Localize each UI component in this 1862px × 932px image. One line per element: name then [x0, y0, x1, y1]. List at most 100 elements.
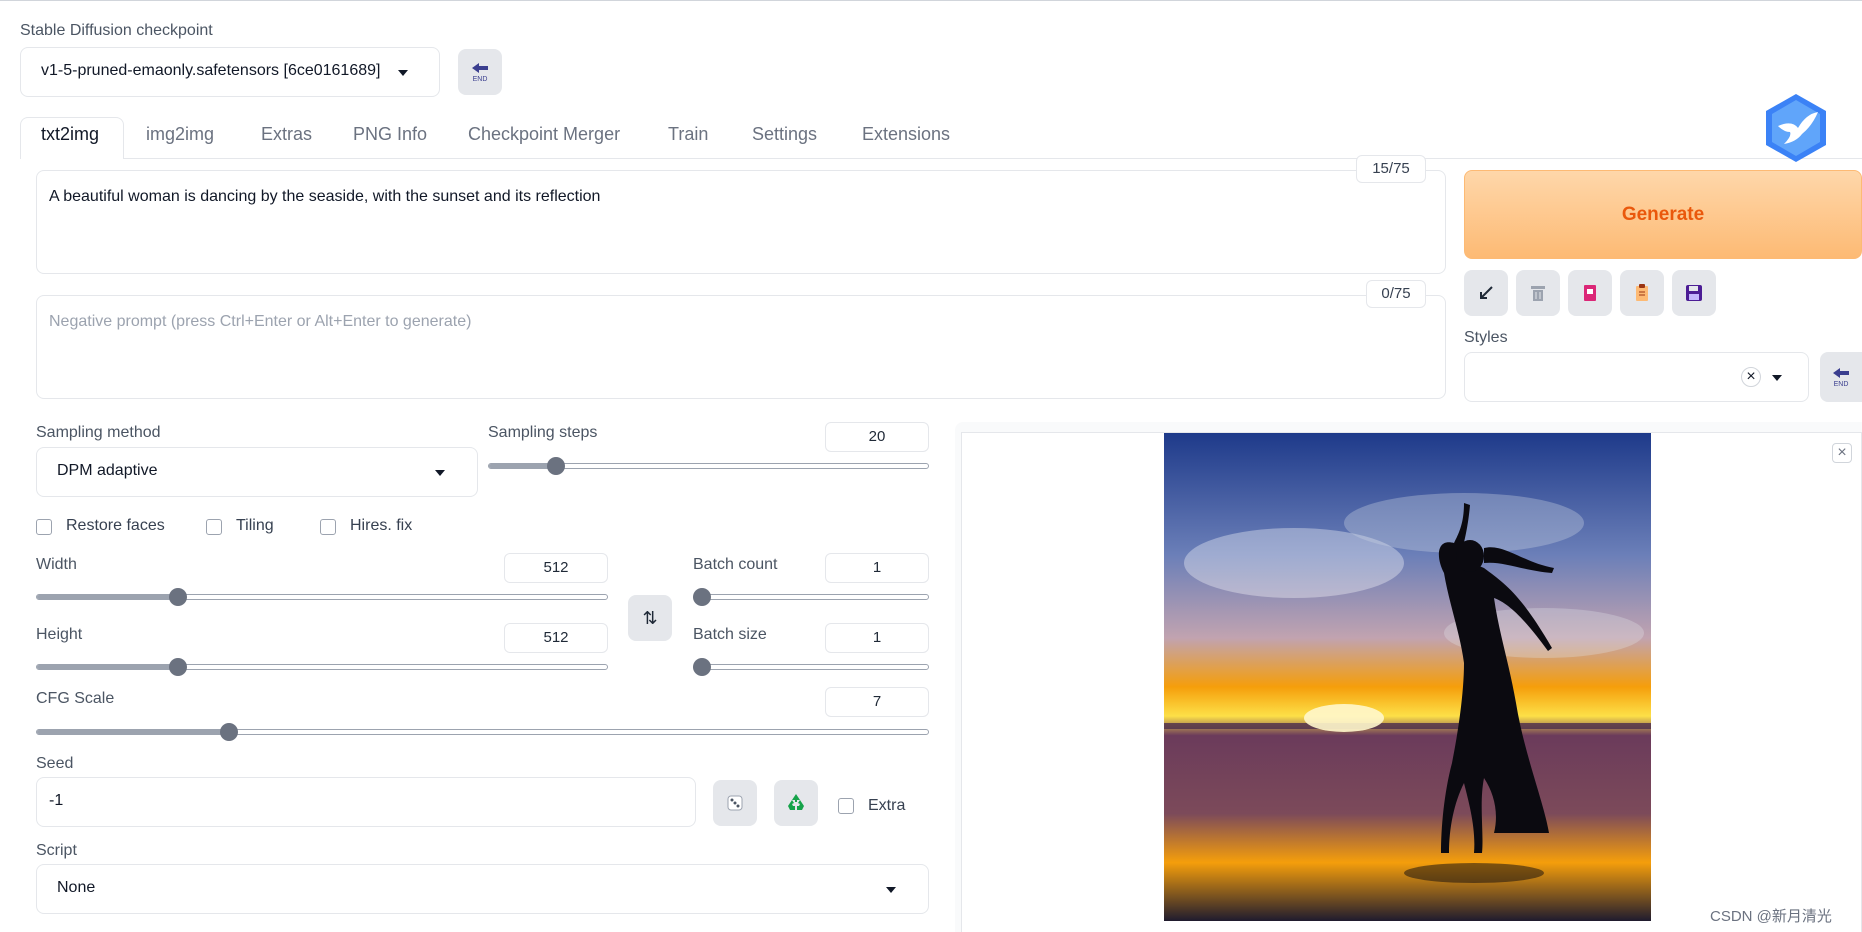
- seed-value: -1: [49, 792, 64, 809]
- generate-button[interactable]: Generate: [1464, 170, 1862, 259]
- prompt-textarea[interactable]: A beautiful woman is dancing by the seas…: [36, 170, 1446, 274]
- save-style-button[interactable]: [1672, 270, 1716, 316]
- chevron-down-icon: [1772, 375, 1782, 381]
- sampling-method-value: DPM adaptive: [57, 462, 158, 479]
- extra-networks-button[interactable]: [1568, 270, 1612, 316]
- restore-faces-checkbox[interactable]: [36, 519, 52, 535]
- width-slider[interactable]: [36, 588, 608, 606]
- chevron-down-icon: [886, 887, 896, 893]
- tab-divider: [124, 158, 1862, 159]
- extra-seed-checkbox[interactable]: [838, 798, 854, 814]
- restore-faces-label: Restore faces: [66, 517, 165, 534]
- tab-settings[interactable]: Settings: [752, 124, 817, 145]
- slider-fill: [37, 595, 174, 599]
- close-icon[interactable]: ×: [1832, 443, 1852, 463]
- slider-thumb[interactable]: [169, 658, 187, 676]
- dice-icon: [727, 795, 743, 811]
- script-label: Script: [36, 842, 77, 859]
- swap-dimensions-button[interactable]: ⇅: [628, 595, 672, 641]
- sampling-method-label: Sampling method: [36, 424, 161, 441]
- red-book-icon: [1584, 285, 1596, 301]
- checkpoint-select[interactable]: v1-5-pruned-emaonly.safetensors [6ce0161…: [20, 47, 440, 97]
- slider-thumb[interactable]: [693, 588, 711, 606]
- bird-logo-icon: [1766, 94, 1826, 162]
- hires-fix-checkbox[interactable]: [320, 519, 336, 535]
- slider-fill: [37, 730, 225, 734]
- batch-count-label: Batch count: [693, 556, 778, 573]
- checkpoint-value: v1-5-pruned-emaonly.safetensors [6ce0161…: [41, 62, 381, 79]
- cfg-scale-slider[interactable]: [36, 723, 929, 741]
- reuse-seed-button[interactable]: [774, 780, 818, 826]
- height-input[interactable]: 512: [504, 623, 608, 653]
- slider-thumb[interactable]: [169, 588, 187, 606]
- clear-prompt-button[interactable]: [1516, 270, 1560, 316]
- batch-count-input[interactable]: 1: [825, 553, 929, 583]
- width-input[interactable]: 512: [504, 553, 608, 583]
- tab-png-info[interactable]: PNG Info: [353, 124, 427, 145]
- slider-thumb[interactable]: [693, 658, 711, 676]
- checkpoint-label: Stable Diffusion checkpoint: [20, 22, 213, 39]
- read-params-button[interactable]: [1464, 270, 1508, 316]
- svg-text:END: END: [473, 76, 488, 83]
- height-label: Height: [36, 626, 83, 643]
- tab-txt2img[interactable]: txt2img: [41, 124, 99, 145]
- batch-count-slider[interactable]: [693, 588, 929, 606]
- batch-size-input[interactable]: 1: [825, 623, 929, 653]
- chevron-down-icon: [398, 70, 408, 76]
- swap-icon: ⇅: [642, 607, 658, 628]
- slider-fill: [37, 665, 174, 669]
- output-gallery: ×: [961, 432, 1862, 932]
- styles-label: Styles: [1464, 329, 1508, 346]
- tab-img2img[interactable]: img2img: [146, 124, 214, 145]
- refresh-styles-button[interactable]: END: [1820, 352, 1862, 402]
- slider-thumb[interactable]: [220, 723, 238, 741]
- negative-prompt-token-counter: 0/75: [1366, 280, 1426, 308]
- trash-icon: [1531, 286, 1545, 301]
- prompt-text: A beautiful woman is dancing by the seas…: [49, 188, 601, 205]
- tab-extras[interactable]: Extras: [261, 124, 312, 145]
- tab-checkpoint-merger[interactable]: Checkpoint Merger: [468, 124, 620, 145]
- styles-select[interactable]: ×: [1464, 352, 1809, 402]
- width-label: Width: [36, 556, 77, 573]
- negative-prompt-textarea[interactable]: Negative prompt (press Ctrl+Enter or Alt…: [36, 295, 1446, 399]
- seed-input[interactable]: -1: [36, 777, 696, 827]
- slider-fill: [489, 464, 551, 468]
- generated-image[interactable]: [1164, 433, 1651, 921]
- end-arrow-icon: END: [1833, 368, 1849, 388]
- hires-fix-label: Hires. fix: [350, 517, 413, 534]
- watermark: CSDN @新月清光: [1710, 908, 1832, 925]
- slider-thumb[interactable]: [547, 457, 565, 475]
- random-seed-button[interactable]: [713, 780, 757, 826]
- prompt-token-counter: 15/75: [1356, 155, 1426, 183]
- batch-size-slider[interactable]: [693, 658, 929, 676]
- clear-styles-icon[interactable]: ×: [1741, 367, 1761, 387]
- svg-text:END: END: [1834, 381, 1849, 388]
- seed-label: Seed: [36, 755, 74, 772]
- tab-train[interactable]: Train: [668, 124, 708, 145]
- negative-prompt-placeholder: Negative prompt (press Ctrl+Enter or Alt…: [49, 313, 472, 330]
- tiling-checkbox[interactable]: [206, 519, 222, 535]
- script-select[interactable]: None: [36, 864, 929, 914]
- generate-label: Generate: [1621, 203, 1705, 225]
- refresh-checkpoint-button[interactable]: END: [458, 49, 502, 95]
- clipboard-icon: [1636, 284, 1648, 301]
- apply-style-button[interactable]: [1620, 270, 1664, 316]
- sampling-steps-slider[interactable]: [488, 457, 929, 475]
- floppy-disk-icon: [1686, 285, 1702, 301]
- cfg-scale-label: CFG Scale: [36, 690, 115, 707]
- tiling-label: Tiling: [236, 517, 274, 534]
- sampling-steps-label: Sampling steps: [488, 424, 598, 441]
- batch-size-label: Batch size: [693, 626, 767, 643]
- top-border: [0, 0, 1862, 1]
- chevron-down-icon: [435, 470, 445, 476]
- recycle-icon: [788, 794, 804, 810]
- height-slider[interactable]: [36, 658, 608, 676]
- sampling-method-select[interactable]: DPM adaptive: [36, 447, 478, 497]
- cfg-scale-input[interactable]: 7: [825, 687, 929, 717]
- extra-seed-label: Extra: [868, 797, 906, 814]
- end-arrow-icon: END: [472, 63, 488, 83]
- sampling-steps-input[interactable]: 20: [825, 422, 929, 452]
- arrow-in-icon: [1480, 286, 1493, 299]
- script-value: None: [57, 879, 96, 896]
- tab-extensions[interactable]: Extensions: [862, 124, 950, 145]
